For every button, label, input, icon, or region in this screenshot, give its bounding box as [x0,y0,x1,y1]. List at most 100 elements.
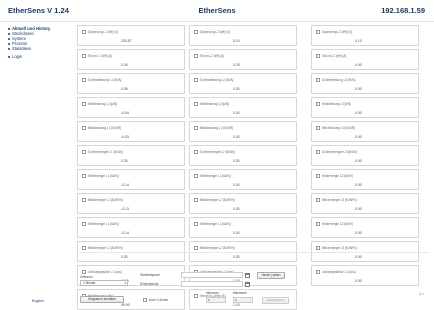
measurement-tile: Wirkleistung L3 [kW] 0.00 [311,97,419,118]
tile-value: 0.00 [355,207,362,211]
tile-value: 49.99 [121,303,130,307]
tile-checkbox[interactable] [316,54,320,58]
tile-value: 0.00 [355,159,362,163]
tile-label: Blindenergie L3 [kVARh] [322,245,357,250]
chart-pause-button[interactable]: Diagramm anhalten [80,296,124,303]
sidebar: Aktuell und History Steckdosen System Proze… [0,22,72,310]
tile-value: 0.00 [355,111,362,115]
min-label: Minimum [206,291,219,295]
tile-checkbox[interactable] [194,150,198,154]
main-content: Spannung L1 (eff) [V] 230.87 Spannung L2 (… [72,22,434,310]
tile-checkbox[interactable] [82,30,86,34]
autoscale-checkbox[interactable] [143,298,147,302]
bullet-icon [8,47,10,50]
tile-checkbox[interactable] [316,150,320,154]
tile-label: Wirkenergie L2 [kWh] [200,173,231,178]
refresh-button[interactable]: Heute j laden [257,271,285,279]
tile-checkbox[interactable] [82,150,86,154]
tile-value: 0.00 [233,231,240,235]
tile-value: 0.00 [233,207,240,211]
tile-label: Blindenergie L1 [kVARh] [88,197,123,202]
measurement-tile: Wirkenergie L2 [kWh] 0.00 [189,169,297,190]
start-label: Startzeitpunkt [140,273,160,277]
tile-label: Blindenergie L3 [kVARh] [322,197,357,202]
sidebar-item-label: Login [12,54,23,59]
bullet-icon [8,32,10,35]
measurement-tile: Wirkleistung L1 [kW] -0.04 [77,97,185,118]
tile-checkbox[interactable] [194,102,198,106]
tile-checkbox[interactable] [194,174,198,178]
measurement-tile: Wirkenergie L1 [kWh] -0.14 [77,217,185,238]
tile-checkbox[interactable] [194,30,198,34]
tile-value: 1.10 [233,303,240,307]
tile-value: -0.14 [121,231,129,235]
tile-label: Blindenergie L2 [kVARh] [200,245,235,250]
tile-checkbox[interactable] [194,222,198,226]
measurement-tile: Blindleistung L1 [kVAR] -0.03 [77,121,185,142]
sidebar-item[interactable]: Statistiken [8,46,72,51]
tile-checkbox[interactable] [82,54,86,58]
tile-checkbox[interactable] [316,102,320,106]
tile-checkbox[interactable] [82,102,86,106]
chevron-down-icon: ▾ [124,281,126,285]
pager[interactable]: 4 > [419,292,424,296]
tile-label: Wirkenergie L3 [kWh] [322,173,353,178]
zeitraum-value: 1 Minute [83,281,96,285]
measurement-tile: Blindenergie L1 [kVARh] -0.13 [77,193,185,214]
tile-value: -0.04 [121,111,129,115]
tile-value: 0.00 [355,135,362,139]
sidebar-item[interactable]: Login [8,54,72,59]
tile-checkbox[interactable] [316,246,320,250]
device-ip: 192.168.1.59 [381,6,425,15]
tile-value: 0.00 [233,159,240,163]
tile-value: 0.13 [355,39,362,43]
bullet-icon [8,55,10,58]
tile-checkbox[interactable] [82,198,86,202]
max-value: 0 [235,298,237,302]
zeitraum-select[interactable]: 1 Minute ▾ [80,280,128,286]
language-link[interactable]: English [32,299,44,303]
tile-label: Wirkleistung L3 [kW] [322,101,352,106]
tile-checkbox[interactable] [316,126,320,130]
tile-label: Strom L3 (eff) [A] [322,53,347,58]
tile-checkbox[interactable] [194,78,198,82]
end-input[interactable] [181,281,243,287]
start-input[interactable] [181,272,243,278]
tile-checkbox[interactable] [194,198,198,202]
calendar-icon[interactable] [245,281,250,287]
calendar-icon[interactable] [245,272,250,278]
tile-value: 0.00 [233,135,240,139]
measurement-tile: Strom L1 (eff) [A] 0.26 [77,49,185,70]
max-input[interactable]: 0 [233,297,253,303]
tile-value: 0.26 [121,63,128,67]
tile-checkbox[interactable] [316,198,320,202]
tile-checkbox[interactable] [316,222,320,226]
tile-checkbox[interactable] [82,174,86,178]
tile-checkbox[interactable] [316,78,320,82]
tile-label: Scheinleistung L1 [kVA] [88,77,122,82]
measurement-tile: Wirkenergie L3 [kWh] 0.00 [311,169,419,190]
tile-label: Blindleistung L3 [kVAR] [322,125,356,130]
measurement-tile: Scheinleistung L2 [kVA] 0.00 [189,73,297,94]
tile-checkbox[interactable] [82,222,86,226]
measurement-tile: Scheinenergie L2 [kVAh] 0.00 [189,145,297,166]
tile-label: Wirkleistung L1 [kW] [88,101,118,106]
tile-checkbox[interactable] [82,78,86,82]
tile-checkbox[interactable] [82,126,86,130]
sidebar-item-label: Statistiken [12,46,32,51]
measurement-tile: Scheinenergie L1 [kVAh] 0.30 [77,145,185,166]
tile-checkbox[interactable] [316,174,320,178]
measurement-tile: Scheinenergie L3 [kVAh] 0.00 [311,145,419,166]
tile-checkbox[interactable] [194,126,198,130]
apply-button[interactable]: Übernehmen [262,296,289,304]
tile-checkbox[interactable] [316,30,320,34]
tile-checkbox[interactable] [82,246,86,250]
tile-value: 0.00 [355,183,362,187]
tile-checkbox[interactable] [194,54,198,58]
tile-label: Scheinenergie L3 [kVAh] [322,149,357,154]
tile-value: 0.00 [233,87,240,91]
tile-checkbox[interactable] [194,246,198,250]
tile-label: Strom L2 (eff) [A] [200,53,225,58]
min-input[interactable]: 0 [206,297,226,303]
tile-label: Scheinenergie L2 [kVAh] [200,149,235,154]
